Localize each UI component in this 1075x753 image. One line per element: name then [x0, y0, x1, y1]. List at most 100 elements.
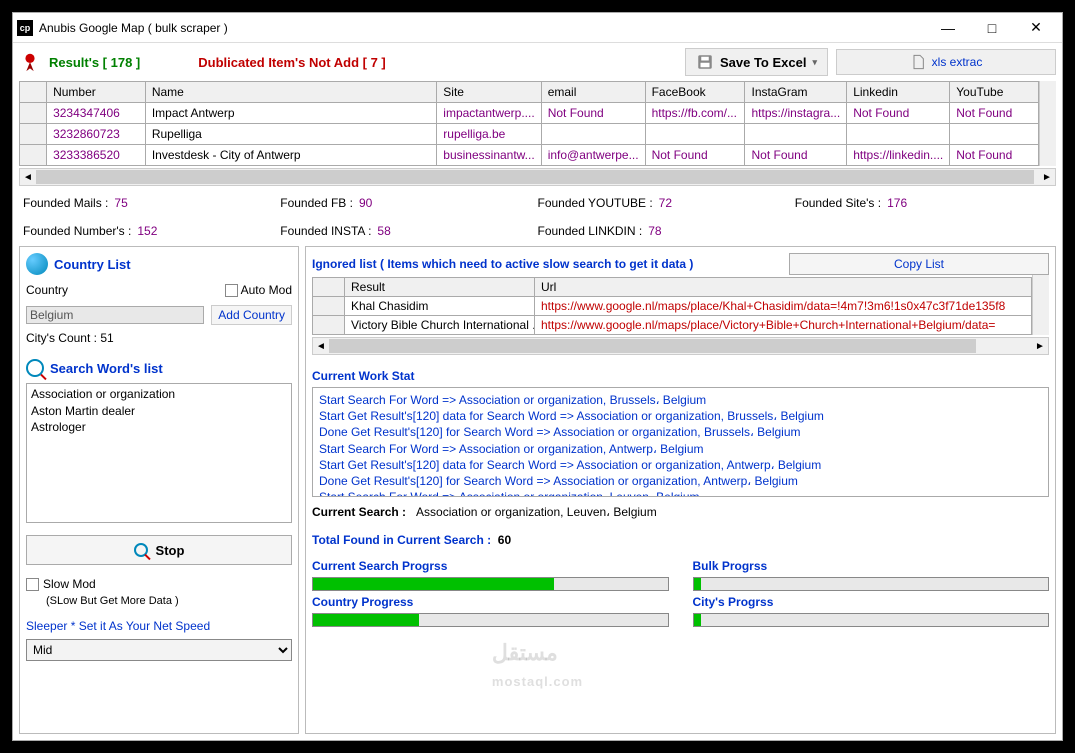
col-email[interactable]: email	[541, 82, 645, 103]
stat-youtube-value: 72	[659, 196, 672, 210]
stat-insta-label: Founded INSTA :	[280, 224, 371, 238]
list-item[interactable]: Association or organization	[31, 386, 287, 402]
auto-mod-label: Auto Mod	[241, 283, 292, 297]
save-icon	[696, 53, 714, 71]
sleeper-select[interactable]: Mid	[26, 639, 292, 661]
current-search-value: Association or organization, Leuven، Bel…	[416, 505, 657, 519]
log-line: Done Get Result's[120] for Search Word =…	[319, 473, 1042, 489]
list-item[interactable]: Astrologer	[31, 419, 287, 435]
col-name[interactable]: Name	[145, 82, 436, 103]
left-column: Country List Country Auto Mod Belgium Ad…	[19, 246, 299, 734]
lower-panel: Country List Country Auto Mod Belgium Ad…	[13, 240, 1062, 740]
stat-numbers-label: Founded Number's :	[23, 224, 131, 238]
ignored-hscrollbar[interactable]: ◄ ►	[312, 337, 1049, 355]
col-number[interactable]: Number	[47, 82, 146, 103]
city-progress-bar	[693, 613, 1050, 627]
ignored-col-result[interactable]: Result	[345, 278, 535, 297]
xls-extract-button[interactable]: xls extrac	[836, 49, 1056, 75]
current-search-progress-bar	[312, 577, 669, 591]
results-grid-wrap: Number Name Site email FaceBook InstaGra…	[13, 81, 1062, 186]
col-instagram[interactable]: InstaGram	[745, 82, 847, 103]
country-select[interactable]: Belgium	[26, 306, 204, 324]
city-count-label: City's Count : 51	[26, 331, 292, 345]
col-site[interactable]: Site	[437, 82, 541, 103]
country-progress-bar	[312, 613, 669, 627]
main-window: cp Anubis Google Map ( bulk scraper ) — …	[12, 12, 1063, 741]
country-list-label: Country List	[54, 257, 131, 272]
toolbar: Result's [ 178 ] Dublicated Item's Not A…	[13, 43, 1062, 81]
titlebar: cp Anubis Google Map ( bulk scraper ) — …	[13, 13, 1062, 43]
results-hscrollbar[interactable]: ◄ ►	[19, 168, 1056, 186]
ignored-list-label: Ignored list ( Items which need to activ…	[312, 257, 785, 271]
stat-mails-label: Founded Mails :	[23, 196, 108, 210]
stat-fb-label: Founded FB :	[280, 196, 353, 210]
city-progress-label: City's Progrss	[693, 595, 1050, 609]
results-table[interactable]: Number Name Site email FaceBook InstaGra…	[19, 81, 1039, 166]
log-line: Start Get Result's[120] data for Search …	[319, 408, 1042, 424]
stats-panel: Founded Mails :75 Founded FB :90 Founded…	[13, 186, 1062, 240]
stat-sites-value: 176	[887, 196, 907, 210]
stat-insta-value: 58	[377, 224, 390, 238]
slow-mod-label: Slow Mod	[43, 577, 96, 591]
stat-youtube-label: Founded YOUTUBE :	[538, 196, 653, 210]
scroll-left-icon[interactable]: ◄	[20, 172, 36, 183]
duplicates-count: Dublicated Item's Not Add [ 7 ]	[198, 55, 386, 70]
scroll-right-icon[interactable]: ►	[1032, 341, 1048, 352]
col-rowheader[interactable]	[20, 82, 47, 103]
results-vscrollbar[interactable]	[1039, 81, 1056, 166]
stop-label: Stop	[156, 543, 185, 558]
ignored-vscrollbar[interactable]	[1032, 275, 1049, 335]
country-label: Country	[26, 283, 68, 297]
list-item[interactable]: Aston Martin dealer	[31, 403, 287, 419]
search-words-label: Search Word's list	[50, 361, 163, 376]
log-line: Start Get Result's[120] data for Search …	[319, 457, 1042, 473]
stat-numbers-value: 152	[137, 224, 157, 238]
scroll-left-icon[interactable]: ◄	[313, 341, 329, 352]
log-line: Start Search For Word => Association or …	[319, 441, 1042, 457]
scroll-right-icon[interactable]: ►	[1039, 172, 1055, 183]
xls-label: xls extrac	[932, 55, 983, 69]
col-youtube[interactable]: YouTube	[950, 82, 1039, 103]
stop-button[interactable]: Stop	[26, 535, 292, 565]
total-found-label: Total Found in Current Search :	[312, 533, 491, 547]
slow-mod-checkbox[interactable]	[26, 578, 39, 591]
col-facebook[interactable]: FaceBook	[645, 82, 745, 103]
save-label: Save To Excel	[720, 55, 806, 70]
right-column: Ignored list ( Items which need to activ…	[305, 246, 1056, 734]
table-row[interactable]: Khal Chasidimhttps://www.google.nl/maps/…	[313, 297, 1032, 316]
ignored-table[interactable]: Result Url Khal Chasidimhttps://www.goog…	[312, 277, 1032, 335]
country-progress-label: Country Progress	[312, 595, 669, 609]
maximize-button[interactable]: □	[970, 14, 1014, 42]
table-row[interactable]: 3232860723Rupelligarupelliga.be	[20, 124, 1039, 145]
slow-mod-sublabel: (SLow But Get More Data )	[46, 595, 292, 607]
log-line: Done Get Result's[120] for Search Word =…	[319, 424, 1042, 440]
table-row[interactable]: 3233386520Investdesk - City of Antwerpbu…	[20, 145, 1039, 166]
current-work-stat-label: Current Work Stat	[312, 369, 1049, 383]
stat-linkedin-label: Founded LINKDIN :	[538, 224, 643, 238]
table-header-row: Number Name Site email FaceBook InstaGra…	[20, 82, 1039, 103]
search-icon	[26, 359, 44, 377]
total-found-value: 60	[498, 533, 511, 547]
log-line: Start Search For Word => Association or …	[319, 489, 1042, 497]
close-button[interactable]: ✕	[1014, 14, 1058, 42]
log-box[interactable]: Start Search For Word => Association or …	[312, 387, 1049, 497]
bulk-progress-label: Bulk Progrss	[693, 559, 1050, 573]
add-country-button[interactable]: Add Country	[211, 305, 292, 325]
ignored-col-rowheader[interactable]	[313, 278, 345, 297]
stat-mails-value: 75	[114, 196, 127, 210]
globe-icon	[26, 253, 48, 275]
minimize-button[interactable]: —	[926, 14, 970, 42]
results-count: Result's [ 178 ]	[49, 55, 140, 70]
auto-mod-checkbox[interactable]	[225, 284, 238, 297]
stat-sites-label: Founded Site's :	[795, 196, 881, 210]
table-row[interactable]: Victory Bible Church International ...ht…	[313, 316, 1032, 335]
search-words-list[interactable]: Association or organizationAston Martin …	[26, 383, 292, 523]
bulk-progress-bar	[693, 577, 1050, 591]
search-icon-small	[134, 543, 148, 557]
save-to-excel-button[interactable]: Save To Excel ▾	[685, 48, 828, 76]
table-row[interactable]: 3234347406Impact Antwerpimpactantwerp...…	[20, 103, 1039, 124]
col-linkedin[interactable]: Linkedin	[847, 82, 950, 103]
copy-list-button[interactable]: Copy List	[789, 253, 1049, 275]
file-icon	[910, 54, 926, 70]
ignored-col-url[interactable]: Url	[535, 278, 1032, 297]
